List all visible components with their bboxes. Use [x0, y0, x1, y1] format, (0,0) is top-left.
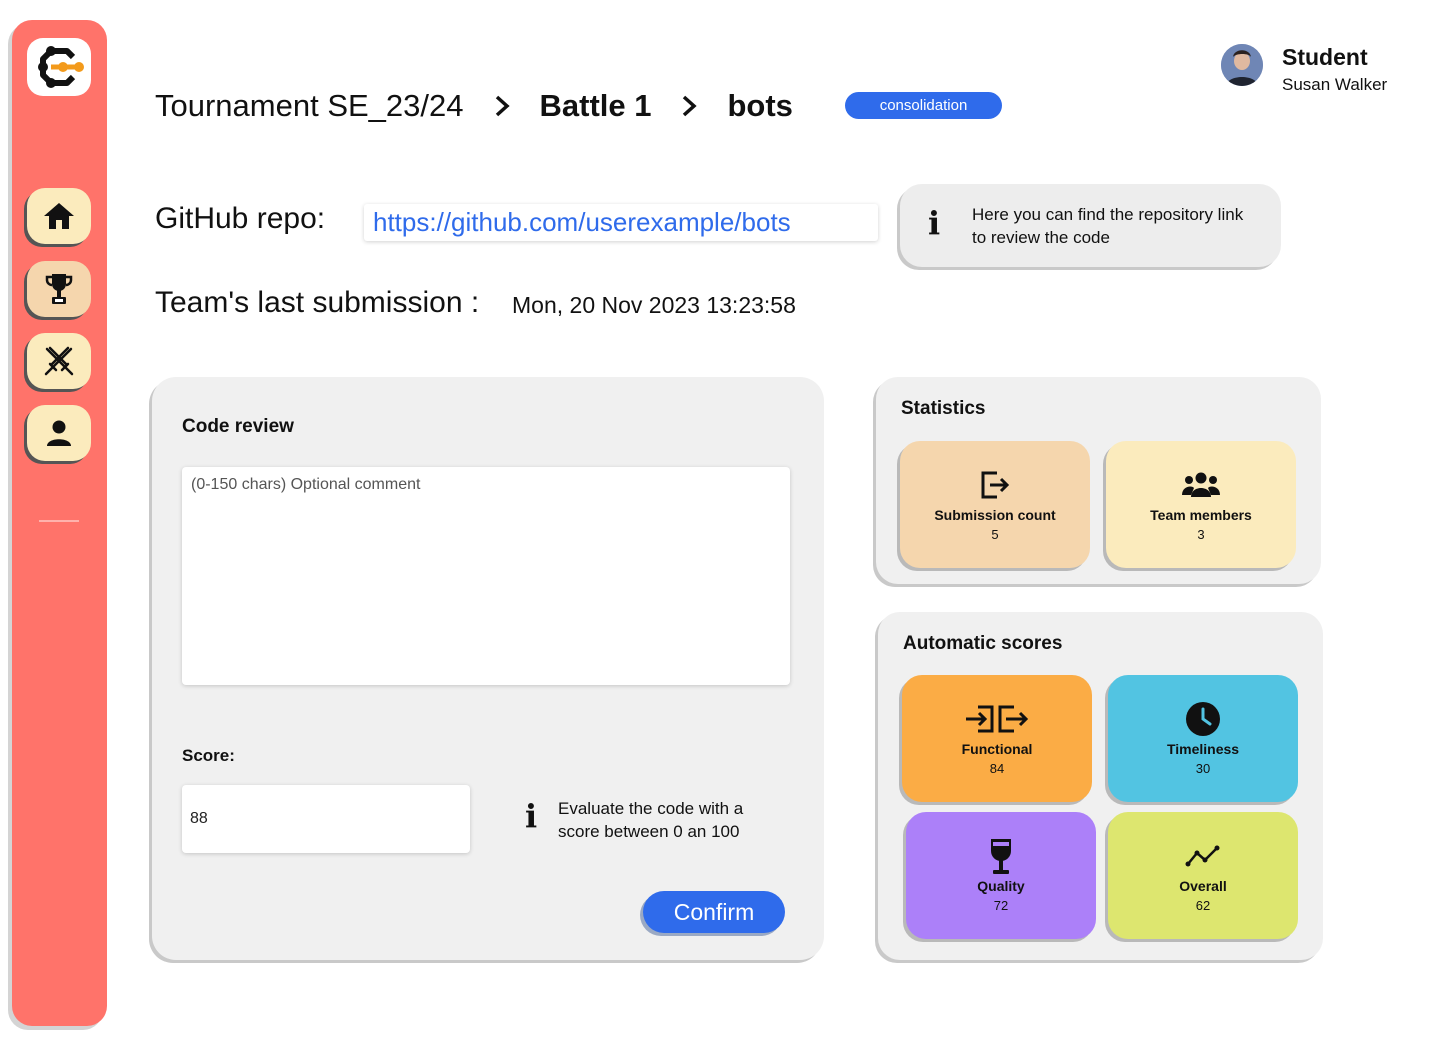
user-profile[interactable]: Student Susan Walker [1221, 44, 1387, 95]
profile-icon [47, 420, 71, 446]
timeliness-label: Timeliness [1166, 741, 1240, 757]
trend-line-icon [1185, 838, 1221, 874]
statistics-panel: Statistics Submission count 5 Team membe… [876, 377, 1321, 584]
repo-label: GitHub repo: [155, 202, 326, 235]
score-label: Score: [182, 746, 235, 765]
overall-score-tile: Overall 62 [1108, 812, 1298, 939]
submission-count-tile: Submission count 5 [900, 441, 1090, 568]
last-submission-value: Mon, 20 Nov 2023 13:23:58 [512, 292, 796, 318]
logo-icon [38, 46, 84, 88]
user-role: Student [1282, 44, 1368, 70]
automatic-scores-panel: Automatic scores Functional 84 Timelines… [878, 612, 1323, 960]
sidebar [12, 20, 107, 1026]
sidebar-divider [39, 520, 79, 522]
timeliness-score-tile: Timeliness 30 [1108, 675, 1298, 802]
breadcrumb-battle[interactable]: Battle 1 [540, 88, 652, 124]
score-input[interactable] [182, 785, 470, 853]
sidebar-item-tournaments[interactable] [27, 261, 91, 317]
team-members-value: 3 [1197, 527, 1205, 542]
avatar-icon [1221, 44, 1263, 86]
chevron-right-icon [494, 95, 510, 117]
user-name: Susan Walker [1282, 75, 1388, 94]
chevron-right-icon [681, 95, 698, 117]
breadcrumb-current: bots [727, 88, 793, 123]
quality-value: 72 [993, 898, 1009, 913]
group-icon [1182, 467, 1220, 503]
sidebar-item-profile[interactable] [27, 405, 91, 461]
submit-icon [979, 467, 1011, 503]
statistics-title: Statistics [901, 398, 986, 419]
functional-value: 84 [989, 761, 1005, 776]
wine-glass-icon [989, 838, 1013, 874]
code-review-panel: Code review Score: i Evaluate the code w… [152, 377, 824, 960]
overall-label: Overall [1179, 878, 1227, 894]
functional-score-tile: Functional 84 [902, 675, 1092, 802]
trophy-icon [45, 274, 73, 304]
last-submission-label: Team's last submission : [155, 286, 480, 319]
breadcrumb-tournament[interactable]: Tournament SE_23/24 [155, 88, 464, 124]
home-icon [44, 203, 74, 229]
clock-icon [1185, 701, 1221, 737]
repo-link[interactable]: https://github.com/userexample/bots [364, 204, 878, 241]
submission-count-value: 5 [991, 527, 999, 542]
sidebar-item-home[interactable] [27, 188, 91, 244]
sidebar-item-battles[interactable] [27, 333, 91, 389]
comment-input[interactable] [182, 467, 790, 685]
repo-info-card: i Here you can find the repository link … [900, 184, 1281, 267]
repo-info-text: Here you can find the repository link to… [972, 205, 1244, 247]
quality-score-tile: Quality 72 [906, 812, 1096, 939]
confirm-button[interactable]: Confirm [643, 891, 785, 933]
input-output-icon [964, 701, 1030, 737]
breadcrumb: Tournament SE_23/24 Battle 1 bots [155, 86, 793, 126]
team-members-label: Team members [1150, 507, 1252, 523]
info-icon: i [525, 797, 538, 835]
automatic-scores-title: Automatic scores [903, 633, 1063, 654]
app-logo[interactable] [27, 38, 91, 96]
timeliness-value: 30 [1195, 761, 1211, 776]
submission-count-label: Submission count [934, 507, 1056, 523]
quality-label: Quality [977, 878, 1025, 894]
battle-icon [44, 346, 74, 376]
functional-label: Functional [961, 741, 1033, 757]
code-review-title: Code review [182, 416, 294, 437]
team-members-tile: Team members 3 [1106, 441, 1296, 568]
info-icon: i [928, 204, 941, 242]
score-info-text: Evaluate the code with a score between 0… [558, 799, 744, 841]
overall-value: 62 [1195, 898, 1211, 913]
avatar [1221, 44, 1263, 86]
status-badge: consolidation [845, 92, 1002, 119]
